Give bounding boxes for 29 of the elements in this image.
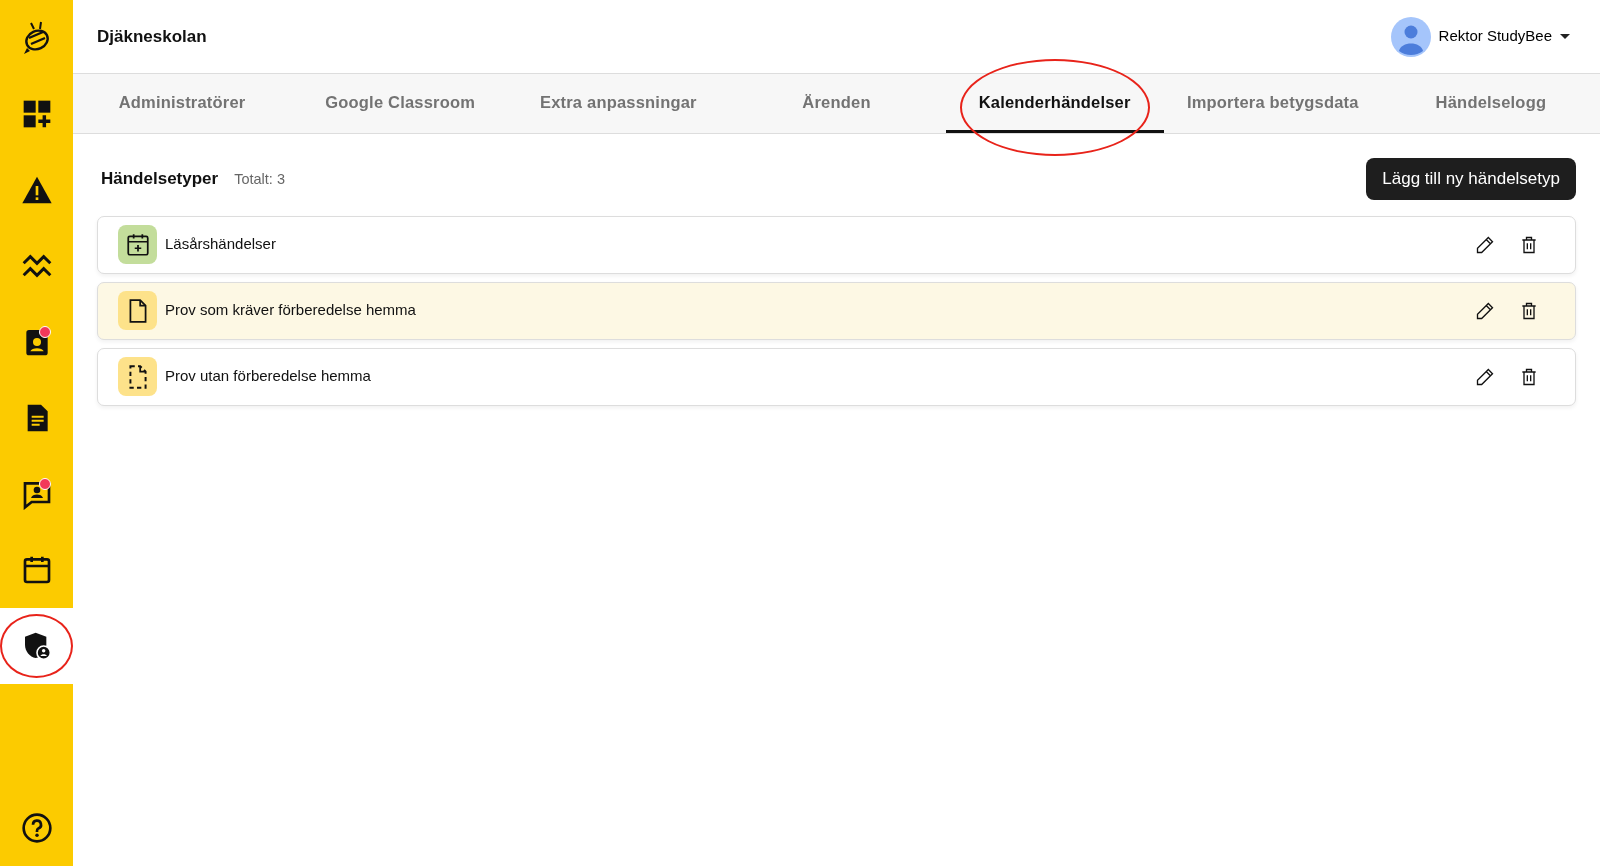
trash-icon xyxy=(1519,366,1539,387)
tab[interactable]: Importera betygsdata xyxy=(1163,74,1382,133)
school-name: Djäkneskolan xyxy=(97,25,207,48)
avatar-icon xyxy=(1390,16,1431,57)
pencil-icon xyxy=(1475,234,1495,255)
trash-icon xyxy=(1519,300,1539,321)
calendar-plus-icon xyxy=(124,231,151,258)
add-event-type-button[interactable]: Lägg till ny händelsetyp xyxy=(1366,158,1576,200)
event-type-row[interactable]: Prov som kräver förberedelse hemma xyxy=(97,281,1576,340)
shield-person-nav-item[interactable] xyxy=(0,608,73,684)
section-title: Händelsetyper xyxy=(101,168,219,190)
help-icon[interactable] xyxy=(20,812,53,844)
tab[interactable]: Ärenden xyxy=(727,74,946,133)
tab[interactable]: Google Classroom xyxy=(291,74,510,133)
caret-icon xyxy=(1560,33,1570,40)
trash-icon xyxy=(1519,234,1539,255)
tab[interactable]: Administratörer xyxy=(73,74,292,133)
event-type-name: Prov som kräver förberedelse hemma xyxy=(165,300,417,321)
pencil-icon xyxy=(1475,300,1495,321)
tab[interactable]: Händelselogg xyxy=(1381,74,1600,133)
pencil-icon xyxy=(1475,366,1495,387)
event-type-name: Prov utan förberedelse hemma xyxy=(165,366,372,387)
total-count: Totalt: 3 xyxy=(234,170,285,189)
user-menu[interactable]: Rektor StudyBee xyxy=(1384,15,1576,58)
event-type-row[interactable]: Läsårshändelser xyxy=(97,215,1576,274)
tab[interactable]: Kalenderhändelser xyxy=(945,74,1164,133)
tab[interactable]: Extra anpassningar xyxy=(509,74,728,133)
event-type-name: Läsårshändelser xyxy=(165,234,277,255)
event-type-row[interactable]: Prov utan förberedelse hemma xyxy=(97,347,1576,406)
